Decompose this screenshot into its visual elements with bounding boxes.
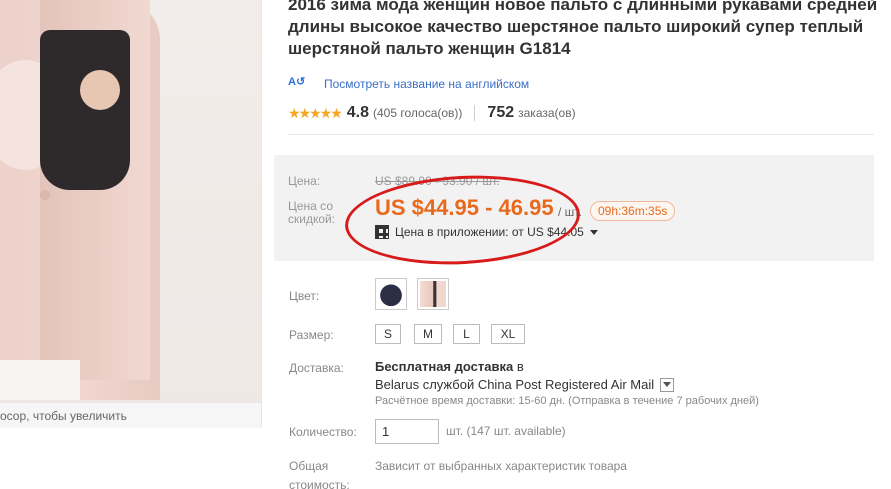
- scarf-illustration: [40, 30, 130, 190]
- shipping-service-label: Belarus службой China Post Registered Ai…: [375, 377, 655, 392]
- chevron-down-icon: [663, 382, 672, 387]
- votes-link[interactable]: (405 голоса(ов)): [373, 106, 462, 120]
- zoom-hint: осор, чтобы увеличить: [0, 402, 261, 428]
- size-label: Размер:: [289, 328, 334, 342]
- total-label-line1: Общая: [289, 459, 329, 473]
- price-label: Цена:: [288, 174, 321, 188]
- size-option-s[interactable]: S: [375, 324, 401, 344]
- product-title: 2016 зима мода женщин новое пальто с дли…: [288, 0, 878, 58]
- free-shipping-label: Бесплатная доставка: [375, 359, 514, 374]
- product-image[interactable]: осор, чтобы увеличить: [0, 0, 262, 428]
- divider: [474, 105, 476, 121]
- size-option-l[interactable]: L: [453, 324, 480, 344]
- quantity-input[interactable]: [375, 419, 439, 444]
- translate-icon: A↺: [288, 76, 306, 88]
- shipping-dropdown[interactable]: [660, 377, 675, 392]
- total-value: Зависит от выбранных характеристик товар…: [375, 459, 627, 473]
- delivery-estimate: Расчётное время доставки: 15-60 дн. (Отп…: [375, 395, 759, 407]
- hand-illustration: [80, 70, 120, 110]
- shipping-service[interactable]: Belarus службой China Post Registered Ai…: [375, 377, 675, 392]
- star-rating-icon[interactable]: ★★★★★: [288, 105, 343, 122]
- shipping-label: Доставка:: [289, 361, 344, 375]
- product-details: 2016 зима мода женщин новое пальто с дли…: [288, 0, 888, 135]
- rating-row: ★★★★★ 4.8 (405 голоса(ов)) 752 заказа(ов…: [288, 104, 888, 122]
- rating-value: 4.8: [346, 104, 370, 121]
- swatch-image: [420, 281, 446, 307]
- swatch-image: [378, 281, 404, 307]
- coat-button-illustration: [40, 190, 50, 200]
- discount-price-label-line1: Цена со: [288, 199, 333, 213]
- size-option-m[interactable]: M: [414, 324, 442, 344]
- divider: [288, 134, 874, 135]
- translate-link[interactable]: A↺ Посмотреть название на английском: [288, 75, 888, 93]
- color-swatch-pink[interactable]: [417, 278, 449, 310]
- translate-link-label: Посмотреть название на английском: [324, 77, 530, 91]
- quantity-label: Количество:: [289, 425, 357, 439]
- shipping-to: в: [516, 359, 524, 374]
- size-option-xl[interactable]: XL: [491, 324, 525, 344]
- skirt-illustration: [0, 360, 80, 400]
- color-label: Цвет:: [289, 289, 320, 303]
- orders-count: 752: [487, 104, 515, 121]
- discount-price-label-line2: скидкой:: [288, 212, 336, 226]
- quantity-available: шт. (147 шт. available): [446, 424, 566, 438]
- chevron-down-icon: [589, 229, 598, 235]
- orders-label: заказа(ов): [518, 106, 576, 120]
- countdown-timer: 09h:36m:35s: [590, 201, 676, 221]
- total-label-line2: стоимость:: [289, 478, 350, 489]
- shipping-free: Бесплатная доставка в: [375, 359, 524, 374]
- color-swatch-navy[interactable]: [375, 278, 407, 310]
